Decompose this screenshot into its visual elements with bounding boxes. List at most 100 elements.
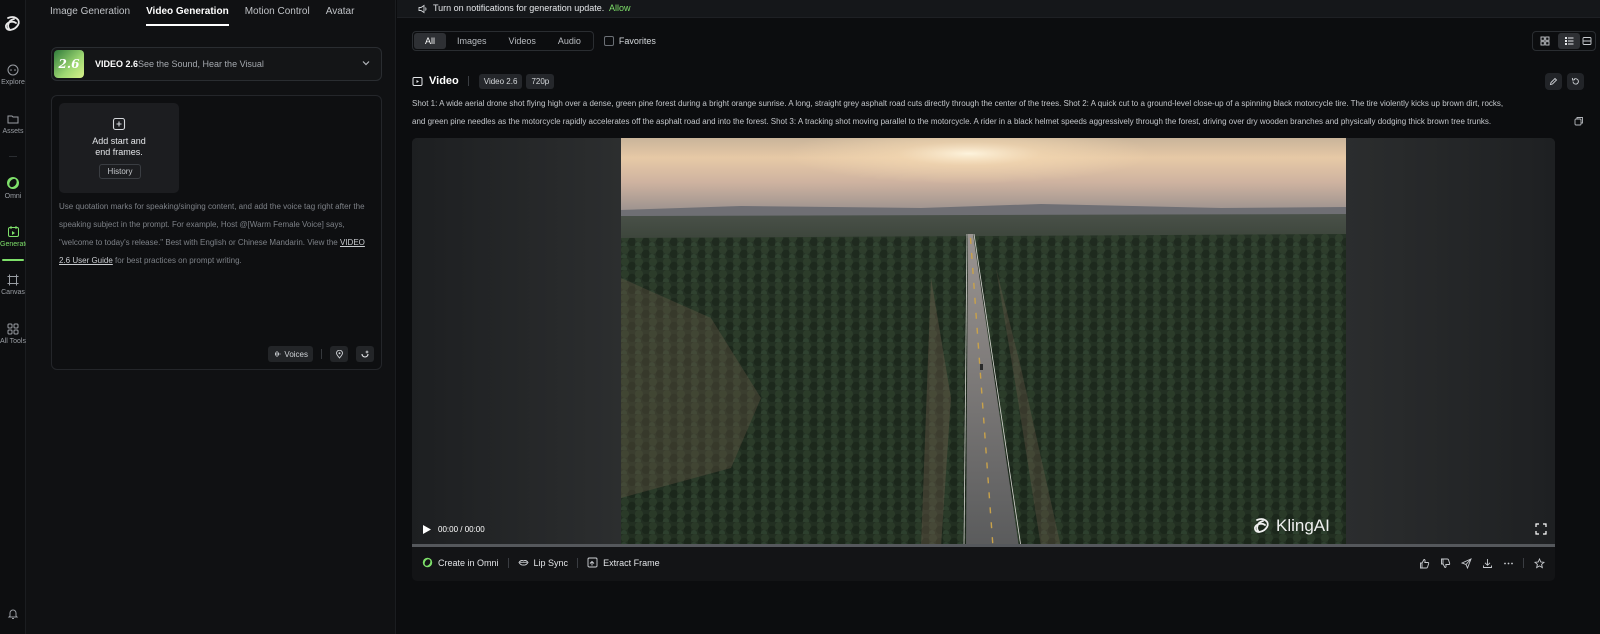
rail-item-all-tools[interactable]: All Tools: [0, 323, 26, 345]
download-icon: [1482, 558, 1492, 568]
rail-item-explore[interactable]: Explore: [0, 64, 26, 86]
bell-icon[interactable]: [7, 608, 19, 620]
action-divider: [1523, 558, 1524, 568]
resolution-badge: 720p: [526, 73, 555, 89]
prompt-tools: Voices: [268, 346, 374, 362]
card-view-button[interactable]: [1582, 33, 1594, 49]
canvas-icon: [7, 274, 19, 286]
favorites-label: Favorites: [618, 36, 656, 46]
rail-active-indicator: [2, 259, 24, 261]
extract-frame-label: Extract Frame: [603, 557, 660, 568]
model-tagline: See the Sound, Hear the Visual: [138, 59, 264, 69]
rail-label: Canvas: [1, 289, 25, 296]
star-icon: [1533, 557, 1545, 569]
prompt-line: Shot 1: A wide aerial drone shot flying …: [412, 99, 1504, 108]
filter-all[interactable]: All: [414, 33, 447, 49]
rail-label: Omni: [4, 193, 22, 200]
copy-icon[interactable]: [1574, 116, 1584, 126]
player-letterbox-right: [1346, 138, 1555, 547]
send-icon: [1460, 557, 1472, 569]
magic-button[interactable]: [356, 346, 374, 362]
play-icon[interactable]: [422, 524, 432, 535]
tab-image-generation[interactable]: Image Generation: [50, 6, 130, 26]
mode-tabs: Image Generation Video Generation Motion…: [50, 6, 370, 26]
rail-item-assets[interactable]: Assets: [0, 113, 26, 135]
video-title: Video: [429, 75, 459, 87]
rail-item-generate[interactable]: Generate: [0, 225, 30, 248]
tab-motion-control[interactable]: Motion Control: [245, 6, 310, 26]
prompt-area[interactable]: Add start and end frames. History Use qu…: [51, 95, 382, 370]
results-area: Turn on notifications for generation upd…: [397, 0, 1600, 634]
hint-tail: for best practices on prompt writing.: [112, 256, 242, 265]
pin-icon: [335, 349, 343, 359]
rail-label: Generate: [0, 241, 30, 248]
voices-label: Voices: [284, 349, 308, 359]
add-image-icon: [112, 117, 126, 131]
speaker-icon: [418, 4, 427, 14]
rail-divider: [9, 156, 17, 157]
create-in-omni-label: Create in Omni: [438, 557, 499, 568]
regenerate-button[interactable]: [1567, 73, 1584, 90]
type-filter: All Images Videos Audio: [412, 31, 594, 51]
tool-divider: [321, 349, 322, 359]
video-thumbnail: [621, 138, 1346, 547]
create-in-omni-button[interactable]: Create in Omni: [422, 557, 499, 568]
model-thumbnail: 2.6: [54, 50, 84, 78]
download-button[interactable]: [1481, 557, 1493, 569]
video-action-bar: Create in Omni Lip Sync Extract Frame: [412, 547, 1555, 581]
kling-watermark-logo-icon: [1254, 518, 1269, 533]
hint-text: Use quotation marks for speaking/singing…: [59, 202, 365, 247]
chevron-down-icon: [362, 61, 370, 66]
extract-frame-button[interactable]: Extract Frame: [587, 557, 660, 568]
like-button[interactable]: [1418, 557, 1430, 569]
list-view-button[interactable]: [1558, 33, 1580, 49]
watermark-text: KlingAI: [1276, 516, 1330, 535]
lip-sync-button[interactable]: Lip Sync: [517, 557, 569, 568]
history-button[interactable]: History: [99, 164, 141, 179]
video-player[interactable]: 00:00 / 00:00 KlingAI: [412, 138, 1555, 547]
view-toggle: [1532, 31, 1596, 51]
rail-item-canvas[interactable]: Canvas: [0, 274, 26, 296]
omni-icon: [422, 557, 433, 568]
action-divider: [577, 557, 579, 568]
pencil-icon: [1549, 77, 1558, 86]
filter-bar: All Images Videos Audio Favorites: [412, 31, 656, 51]
card-view-icon: [1582, 37, 1592, 45]
left-rail: Explore Assets Omni Generate Canvas All …: [0, 0, 30, 634]
tab-video-generation[interactable]: Video Generation: [146, 6, 229, 26]
filter-images[interactable]: Images: [446, 33, 498, 49]
favorite-button[interactable]: [1533, 557, 1545, 569]
favorites-toggle[interactable]: Favorites: [603, 36, 656, 46]
favorites-checkbox[interactable]: [603, 36, 614, 46]
more-button[interactable]: [1502, 557, 1514, 569]
model-name: VIDEO 2.6: [95, 59, 139, 69]
grid-view-icon: [1540, 36, 1550, 46]
refresh-icon: [1571, 77, 1579, 85]
thumbs-down-icon: [1440, 558, 1450, 568]
filter-audio[interactable]: Audio: [547, 33, 592, 49]
share-button[interactable]: [1460, 557, 1472, 569]
voices-button[interactable]: Voices: [268, 346, 313, 362]
location-button[interactable]: [330, 346, 348, 362]
kling-logo-icon[interactable]: [3, 14, 23, 34]
model-selector[interactable]: 2.6 VIDEO 2.6 See the Sound, Hear the Vi…: [51, 47, 382, 81]
rail-label: All Tools: [0, 338, 26, 345]
model-badge: Video 2.6: [478, 73, 523, 89]
frames-upload[interactable]: Add start and end frames. History: [59, 103, 179, 193]
video-prompt: Shot 1: A wide aerial drone shot flying …: [412, 95, 1557, 131]
tab-avatar[interactable]: Avatar: [326, 6, 355, 26]
video-actions-right: [1418, 557, 1545, 569]
rail-item-omni[interactable]: Omni: [0, 176, 26, 200]
video-actions-left: Create in Omni Lip Sync Extract Frame: [422, 557, 660, 568]
playback-time: 00:00 / 00:00: [438, 525, 485, 534]
allow-notifications-link[interactable]: Allow: [609, 3, 631, 13]
video-header-actions: [1545, 73, 1584, 90]
generate-icon: [7, 226, 19, 237]
dislike-button[interactable]: [1439, 557, 1451, 569]
filter-videos[interactable]: Videos: [498, 33, 547, 49]
fullscreen-icon[interactable]: [1535, 523, 1547, 535]
lip-sync-label: Lip Sync: [533, 557, 569, 568]
video-frame: [621, 138, 1346, 547]
edit-prompt-button[interactable]: [1545, 73, 1562, 90]
grid-view-button[interactable]: [1534, 33, 1556, 49]
